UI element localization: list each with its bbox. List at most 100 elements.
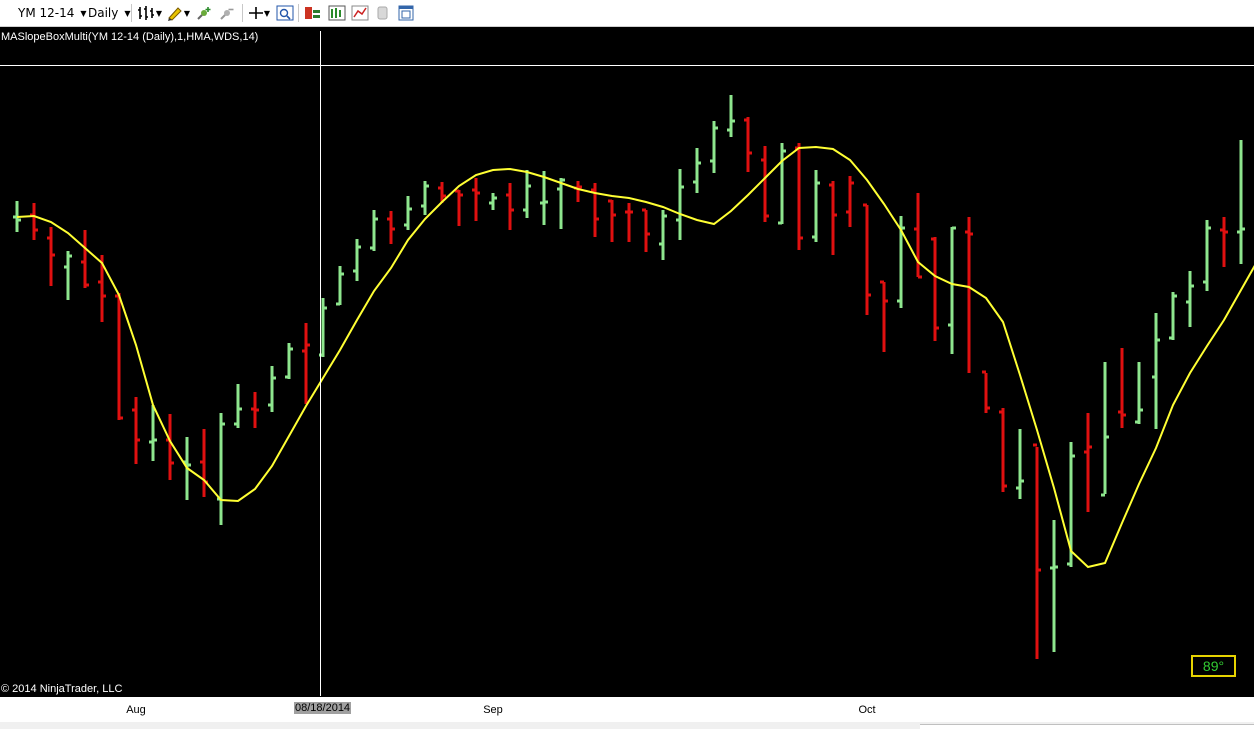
ohlc-bar — [846, 176, 854, 227]
copyright-text: © 2014 NinjaTrader, LLC — [1, 683, 123, 695]
ohlc-bar — [472, 178, 480, 221]
chevron-down-icon: ▼ — [80, 8, 87, 18]
hma-line — [16, 145, 1254, 569]
line-chart-icon[interactable] — [351, 4, 369, 22]
chevron-down-icon[interactable]: ▼ — [183, 4, 191, 22]
ohlc-bar — [540, 171, 548, 225]
ohlc-bar — [336, 266, 344, 306]
ohlc-bar — [217, 413, 225, 525]
ohlc-bar — [387, 211, 395, 244]
ohlc-bar — [1237, 140, 1245, 264]
indicators-icon[interactable] — [328, 4, 346, 22]
ohlc-bar — [1118, 348, 1126, 428]
ohlc-bar — [302, 323, 310, 404]
ohlc-bar — [1016, 429, 1024, 499]
ohlc-bar — [999, 408, 1007, 492]
slope-angle-box: 89° — [1191, 655, 1236, 677]
toolbar-divider — [298, 4, 299, 22]
x-tick-label: Sep — [483, 704, 503, 716]
chevron-down-icon[interactable]: ▼ — [263, 4, 271, 22]
ohlc-bar — [829, 181, 837, 255]
ohlc-bar — [489, 193, 497, 210]
ohlc-bar — [285, 343, 293, 379]
ohlc-bar — [1220, 217, 1228, 267]
ohlc-bar — [47, 227, 55, 286]
x-tick-label: Aug — [126, 704, 146, 716]
zoom-in-icon[interactable] — [195, 4, 213, 22]
ohlc-bar — [506, 183, 514, 230]
chart-toolbar: YM 12-14 ▼ Daily ▼ ▼ ▼ ▼ — [0, 0, 1254, 27]
chevron-down-icon[interactable]: ▼ — [155, 4, 163, 22]
x-tick-label: Oct — [858, 704, 876, 716]
ohlc-bar — [710, 121, 718, 173]
ohlc-bar — [1084, 413, 1092, 512]
data-box-icon[interactable] — [276, 4, 294, 22]
ohlc-bar — [251, 392, 259, 428]
ohlc-bar — [642, 208, 650, 252]
properties-icon[interactable] — [374, 4, 392, 22]
ohlc-bar — [557, 178, 565, 229]
ohlc-bar — [574, 181, 582, 202]
ohlc-bar — [64, 251, 72, 300]
ohlc-bar — [591, 183, 599, 237]
ohlc-bar — [1033, 443, 1041, 659]
bar-type-icon[interactable] — [137, 4, 155, 22]
ohlc-bar — [30, 203, 38, 240]
ohlc-bar — [1169, 292, 1177, 340]
ohlc-bar — [149, 405, 157, 461]
ohlc-bar — [1050, 520, 1058, 652]
crosshair-date-label: 08/18/2014 — [294, 702, 352, 714]
ohlc-bar — [778, 143, 786, 225]
indicator-label: MASlopeBoxMulti(YM 12-14 (Daily),1,HMA,W… — [1, 31, 259, 43]
ohlc-bar — [795, 143, 803, 250]
ohlc-bar — [1152, 313, 1160, 429]
ohlc-bar — [608, 199, 616, 242]
strategies-icon[interactable] — [304, 4, 322, 22]
time-axis[interactable]: Aug Sep Oct 08/18/2014 — [0, 696, 1254, 722]
ohlc-bar — [982, 370, 990, 413]
ohlc-bar — [948, 226, 956, 354]
toolbar-divider — [242, 4, 243, 22]
status-strip — [920, 724, 1254, 730]
ohlc-bar — [812, 170, 820, 242]
ohlc-bar — [523, 170, 531, 218]
ohlc-bar — [761, 146, 769, 222]
ohlc-bar — [693, 148, 701, 193]
ohlc-bar — [404, 196, 412, 230]
ohlc-bar — [200, 429, 208, 497]
ohlc-bar — [421, 181, 429, 215]
ohlc-bar — [370, 210, 378, 251]
ohlc-bar — [625, 203, 633, 242]
ohlc-bar — [115, 293, 123, 420]
ohlc-bar — [1203, 220, 1211, 291]
instrument-selector[interactable]: YM 12-14 ▼ — [18, 3, 87, 23]
price-bars — [13, 95, 1245, 659]
chevron-down-icon: ▼ — [124, 8, 131, 18]
price-chart[interactable] — [0, 27, 1254, 696]
window-layout-icon[interactable] — [397, 4, 415, 22]
ohlc-bar — [727, 95, 735, 137]
ohlc-bar — [863, 203, 871, 315]
ohlc-bar — [744, 117, 752, 172]
zoom-out-icon[interactable] — [218, 4, 236, 22]
period-selector[interactable]: Daily ▼ — [88, 3, 131, 23]
ohlc-bar — [676, 169, 684, 240]
instrument-label: YM 12-14 — [18, 6, 75, 20]
ohlc-bar — [234, 384, 242, 428]
period-label: Daily — [88, 6, 119, 20]
ohlc-bar — [1135, 362, 1143, 424]
ohlc-bar — [455, 189, 463, 226]
ohlc-bar — [81, 230, 89, 288]
ohlc-bar — [931, 237, 939, 341]
ohlc-bar — [1186, 271, 1194, 327]
ohlc-bar — [1101, 362, 1109, 497]
ohlc-bar — [353, 239, 361, 281]
bottom-scroll-strip — [0, 722, 1254, 730]
ohlc-bar — [880, 280, 888, 352]
ohlc-bar — [132, 397, 140, 464]
toolbar-divider — [131, 4, 132, 22]
chart-panel[interactable]: MASlopeBoxMulti(YM 12-14 (Daily),1,HMA,W… — [0, 27, 1254, 696]
ohlc-bar — [659, 210, 667, 260]
pencil-draw-icon[interactable] — [166, 4, 184, 22]
ohlc-bar — [965, 217, 973, 373]
